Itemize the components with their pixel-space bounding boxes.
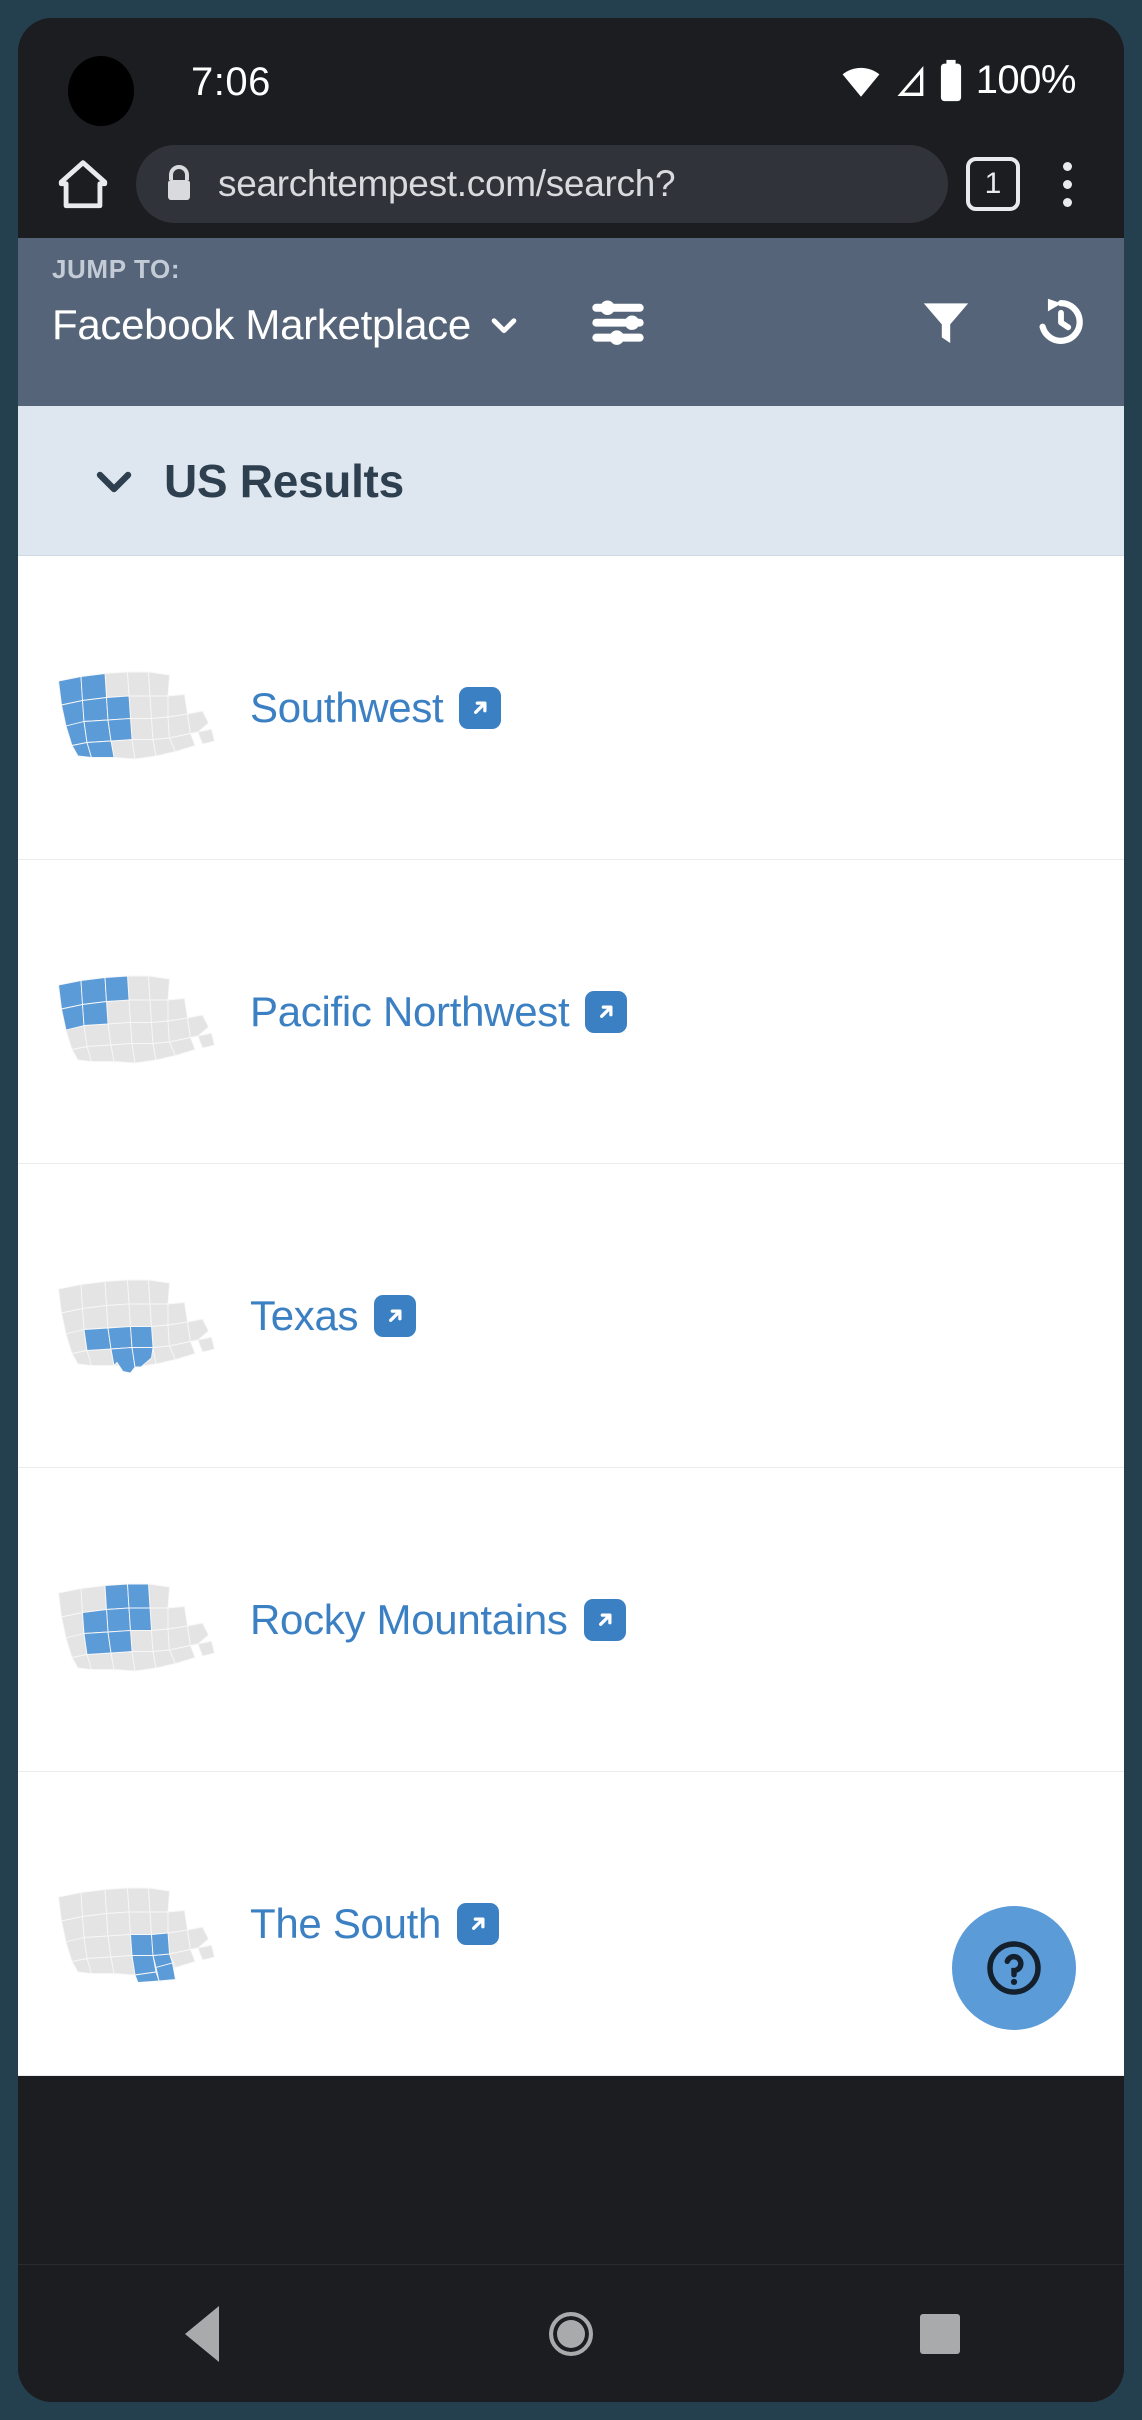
us-map-the-south xyxy=(58,1886,216,1982)
android-nav-bar xyxy=(18,2264,1124,2402)
nav-home-button[interactable] xyxy=(496,2279,646,2389)
list-item[interactable]: Southwest xyxy=(18,556,1124,860)
jump-to-row: Facebook Marketplace xyxy=(52,293,1090,356)
overflow-dot xyxy=(1062,197,1072,207)
overflow-dot xyxy=(1062,179,1072,189)
sliders-icon[interactable] xyxy=(587,294,649,355)
external-link-icon xyxy=(457,1902,500,1945)
status-clock: 7:06 xyxy=(191,60,271,104)
us-map-rocky-mountains xyxy=(58,1582,216,1672)
external-link-icon xyxy=(374,1294,417,1337)
url-text: searchtempest.com/search? xyxy=(218,163,676,204)
history-icon[interactable] xyxy=(1032,293,1090,356)
region-link[interactable]: Texas xyxy=(250,1291,417,1340)
region-results-list: Southwest Pacific Northwest Texas Rocky … xyxy=(18,556,1124,2076)
help-button[interactable] xyxy=(952,1906,1076,2030)
list-item[interactable]: Rocky Mountains xyxy=(18,1468,1124,1772)
nav-back-button[interactable] xyxy=(127,2279,277,2389)
tab-count-button[interactable]: 1 xyxy=(966,157,1020,211)
lock-icon xyxy=(168,165,190,200)
url-bar[interactable]: searchtempest.com/search? xyxy=(136,145,948,223)
status-icons: 100% xyxy=(840,58,1077,103)
nav-recents-button[interactable] xyxy=(865,2279,1015,2389)
list-item[interactable]: Texas xyxy=(18,1164,1124,1468)
chevron-down-icon xyxy=(491,317,517,333)
us-map-southwest xyxy=(58,670,216,760)
region-label: Southwest xyxy=(250,683,444,731)
region-link[interactable]: The South xyxy=(250,1899,500,1948)
back-triangle-icon xyxy=(185,2305,220,2362)
device-screen: 7:06 100% searchtempest.com/search? 1 JU… xyxy=(18,18,1124,2402)
home-icon[interactable] xyxy=(52,153,114,215)
site-selector-dropdown[interactable]: Facebook Marketplace xyxy=(52,301,521,349)
battery-percent: 100% xyxy=(975,58,1077,102)
external-link-icon xyxy=(585,990,628,1033)
list-item[interactable]: The South xyxy=(18,1772,1124,2076)
camera-cutout xyxy=(68,56,134,126)
recents-square-icon xyxy=(919,2313,960,2354)
help-circle-icon xyxy=(987,1941,1041,1995)
home-circle-icon xyxy=(548,2311,593,2356)
filter-icon[interactable] xyxy=(918,294,974,355)
status-bar: 7:06 100% xyxy=(18,18,1124,130)
external-link-icon xyxy=(459,686,502,729)
wifi-icon xyxy=(842,67,880,97)
us-results-header[interactable]: US Results xyxy=(18,406,1124,556)
jump-to-toolbar: JUMP TO: Facebook Marketplace xyxy=(18,238,1124,406)
page-title: US Results xyxy=(164,454,404,507)
external-link-icon xyxy=(583,1598,626,1641)
browser-toolbar: searchtempest.com/search? 1 xyxy=(18,130,1124,238)
overflow-dot xyxy=(1062,161,1072,171)
region-label: The South xyxy=(250,1899,442,1947)
jump-to-label: JUMP TO: xyxy=(52,254,181,284)
region-label: Texas xyxy=(250,1291,359,1339)
region-link[interactable]: Rocky Mountains xyxy=(250,1596,626,1644)
us-map-pacific-northwest xyxy=(58,974,216,1064)
site-selector-value: Facebook Marketplace xyxy=(52,300,471,348)
chevron-down-icon xyxy=(96,471,132,492)
list-item[interactable]: Pacific Northwest xyxy=(18,860,1124,1164)
battery-icon xyxy=(940,59,961,101)
signal-icon xyxy=(897,65,924,96)
region-label: Rocky Mountains xyxy=(250,1595,568,1643)
tab-count-label: 1 xyxy=(984,167,1002,200)
region-label: Pacific Northwest xyxy=(250,987,570,1035)
region-link[interactable]: Southwest xyxy=(250,683,502,732)
region-link[interactable]: Pacific Northwest xyxy=(250,987,628,1036)
us-map-texas xyxy=(58,1278,216,1373)
device-frame: 7:06 100% searchtempest.com/search? 1 JU… xyxy=(0,0,1142,2420)
overflow-menu-icon[interactable] xyxy=(1044,153,1090,215)
